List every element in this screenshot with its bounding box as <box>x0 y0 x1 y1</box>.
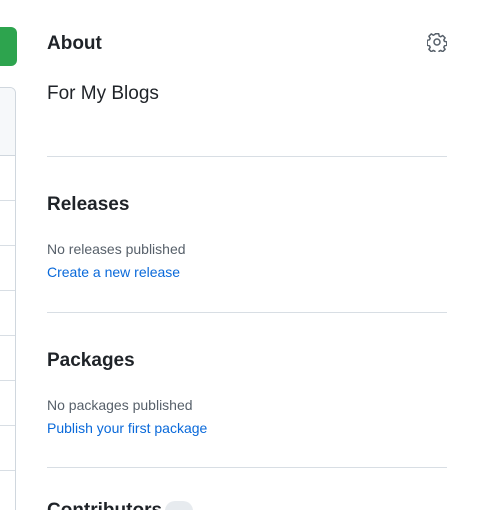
create-release-link[interactable]: Create a new release <box>47 265 180 279</box>
file-row[interactable] <box>0 156 15 201</box>
releases-heading[interactable]: Releases <box>47 195 129 214</box>
publish-package-link[interactable]: Publish your first package <box>47 421 207 435</box>
code-button[interactable] <box>0 27 17 66</box>
file-row[interactable] <box>0 336 15 381</box>
file-row[interactable] <box>0 471 15 510</box>
file-row[interactable] <box>0 426 15 471</box>
packages-section: Packages No packages published Publish y… <box>47 313 447 468</box>
file-list-header <box>0 88 15 156</box>
about-heading: About <box>47 33 102 54</box>
releases-section: Releases No releases published Create a … <box>47 157 447 313</box>
contributors-section: Contributors <box>47 468 447 510</box>
packages-empty-text: No packages published <box>47 397 193 413</box>
repo-page: About For My Blogs Releases No releases … <box>0 0 490 510</box>
about-section: About For My Blogs <box>47 0 447 157</box>
file-row[interactable] <box>0 291 15 336</box>
file-row[interactable] <box>0 381 15 426</box>
releases-empty-text: No releases published <box>47 241 186 257</box>
file-row[interactable] <box>0 201 15 246</box>
file-list <box>0 87 16 510</box>
gear-icon[interactable] <box>427 32 447 52</box>
contributors-count-badge <box>165 501 193 510</box>
repo-description: For My Blogs <box>47 83 159 104</box>
packages-heading[interactable]: Packages <box>47 351 135 370</box>
contributors-heading[interactable]: Contributors <box>47 501 162 510</box>
file-row[interactable] <box>0 246 15 291</box>
repo-sidebar: About For My Blogs Releases No releases … <box>47 0 447 510</box>
main-column-edge <box>0 0 17 510</box>
